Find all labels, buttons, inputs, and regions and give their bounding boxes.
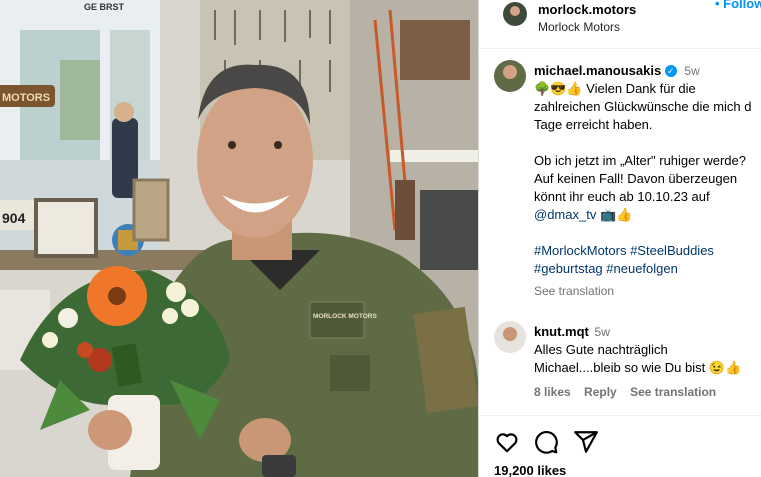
comment-icon[interactable] <box>533 429 559 455</box>
post-actions: 19,200 likes <box>479 415 761 477</box>
sign-text: MOTORS <box>2 92 50 104</box>
shop-text: GE BRST <box>84 2 125 12</box>
comment-time[interactable]: 5w <box>595 325 610 339</box>
plate-text: 904 <box>2 210 26 226</box>
comment-username[interactable]: knut.mqt <box>534 324 589 339</box>
comment-avatar[interactable] <box>494 321 526 353</box>
share-icon[interactable] <box>573 429 599 455</box>
comment-likes[interactable]: 8 likes <box>534 385 571 399</box>
caption-line: 🌳😎👍 Vielen Dank für die <box>534 81 696 96</box>
follow-button[interactable]: • Follow <box>715 0 761 11</box>
caption-avatar[interactable] <box>494 60 526 92</box>
account-subtitle[interactable]: Morlock Motors <box>538 20 636 34</box>
post-photo[interactable]: MOTORS 904 GE BRST MORLOCK MOTORS <box>0 0 478 477</box>
photo-illustration: MOTORS 904 GE BRST MORLOCK MOTORS <box>0 0 478 477</box>
caption-line: Ob ich jetzt im „Alter" ruhiger werde? <box>534 153 746 168</box>
caption-line: zahlreichen Glückwünsche die mich d <box>534 99 752 114</box>
post-sidebar: morlock.motors Morlock Motors • Follow m… <box>478 0 761 477</box>
heart-icon[interactable] <box>494 429 520 455</box>
account-avatar[interactable] <box>503 2 527 26</box>
caption-line: Auf keinen Fall! Davon überzeugen <box>534 171 738 186</box>
caption-line: @dmax_tv 📺👍 <box>534 207 633 222</box>
caption-time[interactable]: 5w <box>684 64 699 78</box>
caption-line: könnt ihr euch ab 10.10.23 auf <box>534 189 710 204</box>
post-header: morlock.motors Morlock Motors • Follow <box>479 0 761 49</box>
motors-sign: MOTORS <box>0 85 55 107</box>
caption-text: 🌳😎👍 Vielen Dank für die zahlreichen Glück… <box>534 80 761 278</box>
caption-line: #geburtstag #neuefolgen <box>534 261 678 276</box>
chest-badge-text: MORLOCK MOTORS <box>313 313 377 320</box>
verified-badge-icon: ✓ <box>664 65 677 77</box>
post-likes-count[interactable]: 19,200 likes <box>494 463 566 477</box>
account-name[interactable]: morlock.motors <box>538 2 636 17</box>
comment-line-1: Alles Gute nachträglich <box>534 342 668 357</box>
caption-line <box>534 134 761 152</box>
caption-line: Tage erreicht haben. <box>534 117 653 132</box>
comment-see-translation[interactable]: See translation <box>630 385 716 399</box>
comment-line-2: Michael....bleib so wie Du bist 😉👍 <box>534 360 742 375</box>
caption-see-translation[interactable]: See translation <box>534 284 761 298</box>
caption-line: #MorlockMotors #SteelBuddies <box>534 243 714 258</box>
caption-line <box>534 224 761 242</box>
comment-reply-button[interactable]: Reply <box>584 385 617 399</box>
caption-username[interactable]: michael.manousakis <box>534 63 661 78</box>
